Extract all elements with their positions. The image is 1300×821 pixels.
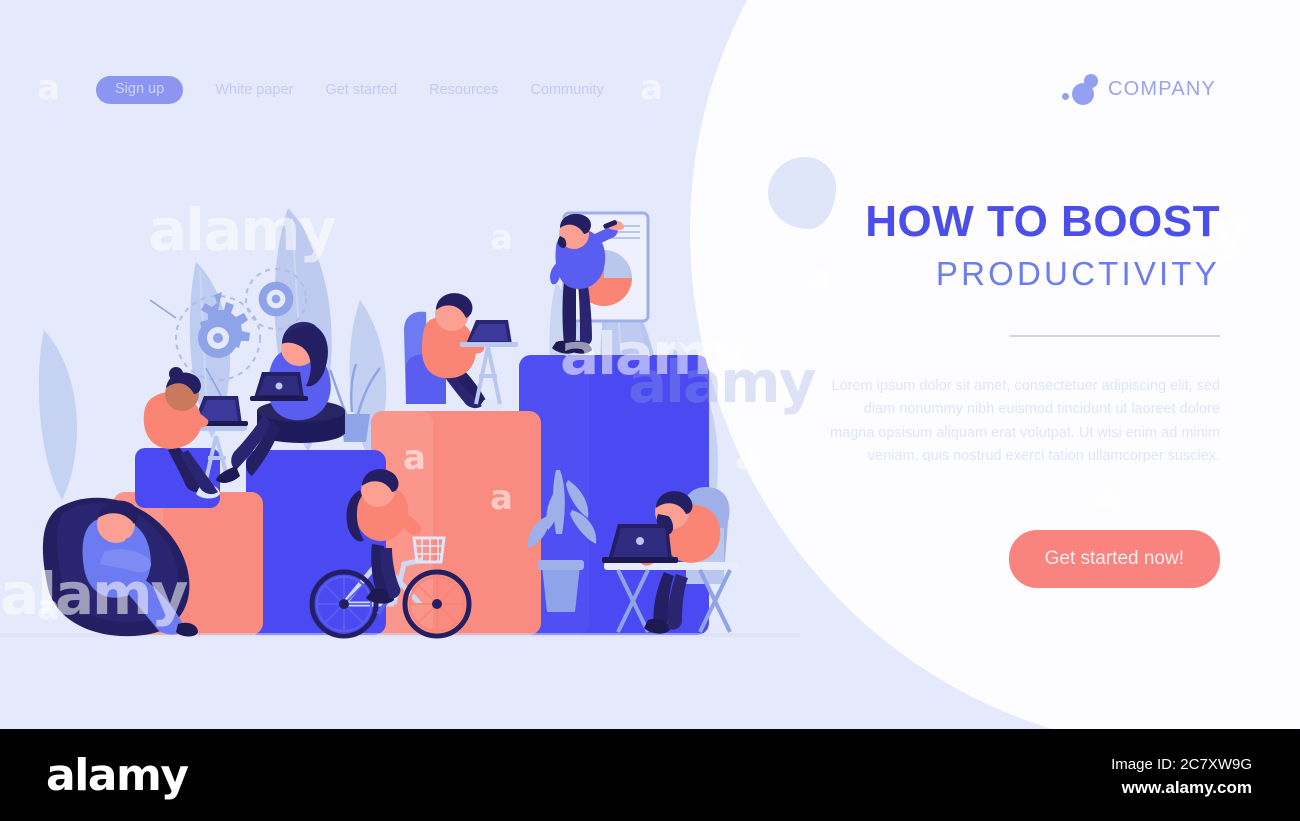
screenshot-root: Sign up White paper Get started Resource… [0, 0, 1300, 821]
landing-page-canvas: Sign up White paper Get started Resource… [0, 0, 1300, 729]
page-subtitle: PRODUCTIVITY [935, 255, 1220, 292]
nav-link-get-started[interactable]: Get started [325, 82, 397, 98]
top-navigation: Sign up White paper Get started Resource… [0, 74, 700, 106]
hero-copy-block: HOW TO BOOST PRODUCTIVITY Lorem ipsum do… [820, 197, 1220, 589]
hero-illustration [0, 0, 800, 729]
website-label: www.alamy.com [1121, 778, 1252, 798]
image-id-label: Image ID: 2C7XW9G [1111, 756, 1252, 773]
man-armchair-laptop [404, 293, 518, 411]
signup-button[interactable]: Sign up [96, 76, 184, 104]
nav-link-white-paper[interactable]: White paper [215, 82, 293, 98]
body-paragraph: Lorem ipsum dolor sit amet, consectetuer… [829, 377, 1220, 464]
brand-name: COMPANY [1108, 77, 1217, 100]
nav-link-community[interactable]: Community [530, 82, 603, 98]
alamy-footer-bar: alamy Image ID: 2C7XW9G www.alamy.com [0, 729, 1300, 821]
alamy-logo: alamy [46, 750, 189, 801]
divider [1010, 334, 1220, 337]
company-logo-icon [1062, 72, 1102, 106]
nav-link-resources[interactable]: Resources [429, 82, 498, 98]
brand-logo[interactable]: COMPANY [1062, 72, 1216, 106]
get-started-button[interactable]: Get started now! [1008, 530, 1220, 589]
page-title: HOW TO BOOST [865, 197, 1220, 246]
footer-metadata: Image ID: 2C7XW9G www.alamy.com [1111, 753, 1252, 801]
